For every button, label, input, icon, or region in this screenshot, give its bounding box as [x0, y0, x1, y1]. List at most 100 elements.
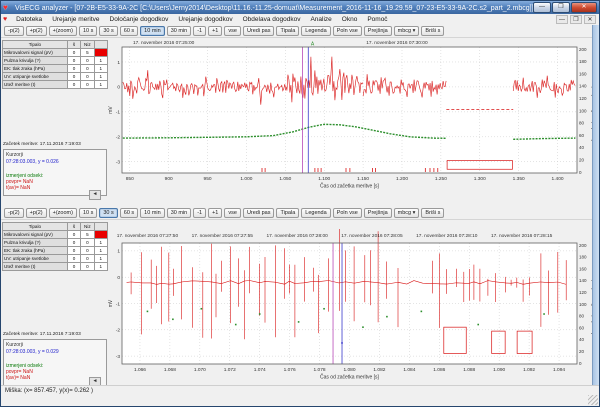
toolbar-button-60-s[interactable]: 60 s	[120, 26, 138, 36]
maximize-button[interactable]: ❐	[552, 2, 570, 13]
table-cell: 0	[67, 239, 80, 247]
toolbar-button--p-2-[interactable]: +p(2)	[26, 208, 47, 218]
toolbar-button-vse[interactable]: vse	[224, 208, 241, 218]
toolbar-button-60-s[interactable]: 60 s	[120, 208, 138, 218]
table-row[interactable]: EK: tlak zraka (hPa)001	[3, 247, 108, 255]
table-row[interactable]: Utež meritve (t)001	[3, 263, 108, 271]
toolbar-button-uredi-pas[interactable]: Uredi pas	[243, 208, 275, 218]
toolbar-button--p-2-[interactable]: -p(2)	[4, 26, 24, 36]
svg-text:1.200: 1.200	[396, 176, 408, 182]
menu-urejanje-meritve[interactable]: Urejanje meritve	[47, 16, 104, 23]
table-row[interactable]: Mikrovalovni signal (pV)05	[3, 231, 108, 239]
hr-dots	[421, 311, 423, 313]
toolbar-button-poln-vse[interactable]: Poln vse	[333, 26, 362, 36]
table-row[interactable]: Pulzna krivulja (?)001	[3, 57, 108, 65]
svg-text:160: 160	[579, 71, 587, 76]
svg-text:1.080: 1.080	[343, 367, 355, 373]
toolbar-button-tipala[interactable]: Tipala	[276, 26, 299, 36]
svg-text:1.076: 1.076	[284, 367, 296, 373]
toolbar-button-30-s[interactable]: 30 s	[99, 208, 117, 218]
svg-text:180: 180	[579, 255, 587, 260]
toolbar-button--zoom-[interactable]: +(zoom)	[49, 26, 77, 36]
close-button[interactable]: ✕	[571, 2, 597, 13]
window-right-edge	[592, 25, 599, 387]
table-cell: 1	[94, 255, 107, 263]
table-cell: Pulzna krivulja (?)	[3, 57, 68, 65]
minimize-button[interactable]: —	[533, 2, 551, 13]
table-row[interactable]: UV: utripanje svetlobe001	[3, 73, 108, 81]
toolbar-button-vse[interactable]: vse	[224, 26, 241, 36]
toolbar-button-mbcg-[interactable]: mbcg ▾	[394, 26, 420, 36]
toolbar-button-prej-nja[interactable]: Prejšnja	[364, 26, 392, 36]
table-row[interactable]: EK: tlak zraka (hPa)001	[3, 65, 108, 73]
toolbar-button-legenda[interactable]: Legenda	[301, 208, 330, 218]
svg-text:20: 20	[579, 158, 585, 163]
mdi-minimize-button[interactable]: —	[556, 15, 568, 24]
info-panel-top: Začetek meritve: 17.11.2016 7:19:03 Kurz…	[3, 142, 107, 196]
mdi-child-heart-icon: ♥	[3, 14, 7, 25]
svg-text:1.086: 1.086	[433, 367, 445, 373]
svg-text:40: 40	[579, 337, 585, 342]
menu-pomo-[interactable]: Pomoč	[362, 16, 392, 23]
upper-chart-canvas[interactable]: A8509009501.0001.0501.1001.1501.2001.250…	[107, 38, 595, 201]
toolbar-button--zoom-[interactable]: +(zoom)	[49, 208, 77, 218]
title-bar[interactable]: ♥VisECG analyzer - [07-2B-E5-33-9A-2C [C…	[1, 1, 599, 14]
table-header: Niz	[81, 223, 94, 231]
toolbar-button-bri-i-s[interactable]: Briši s	[421, 26, 444, 36]
toolbar-button-30-min[interactable]: 30 min	[167, 208, 192, 218]
toolbar-button-tipala[interactable]: Tipala	[276, 208, 299, 218]
table-row[interactable]: Utež meritve (t)001	[3, 81, 108, 89]
svg-text:-1: -1	[116, 110, 121, 116]
table-cell: 0	[81, 255, 94, 263]
toolbar-button-mbcg-[interactable]: mbcg ▾	[394, 208, 420, 218]
toolbar-button-prej-nja[interactable]: Prejšnja	[364, 208, 392, 218]
table-cell: 5	[81, 49, 94, 57]
svg-text:140: 140	[579, 84, 587, 89]
svg-text:0: 0	[579, 361, 582, 366]
sensor-table-top: TipalošNizMikrovalovni signal (pV)05Pulz…	[2, 40, 108, 89]
table-cell: Utež meritve (t)	[3, 263, 68, 271]
table-row[interactable]: Mikrovalovni signal (pV)05	[3, 49, 108, 57]
table-row[interactable]: UV: utripanje svetlobe001	[3, 255, 108, 263]
table-header: Tipalo	[3, 41, 68, 49]
menu-okno[interactable]: Okno	[337, 16, 363, 23]
toolbar-button-10-s[interactable]: 10 s	[79, 26, 97, 36]
resize-grip[interactable]	[588, 395, 598, 405]
toolbar-button-10-s[interactable]: 10 s	[79, 208, 97, 218]
menu-analize[interactable]: Analize	[305, 16, 336, 23]
toolbar-button-uredi-pas[interactable]: Uredi pas	[243, 26, 275, 36]
toolbar-button-bri-i-s[interactable]: Briši s	[421, 208, 444, 218]
lower-chart-canvas[interactable]: 1.0661.0681.0701.0721.0741.0761.0781.080…	[107, 229, 595, 386]
svg-text:100: 100	[579, 108, 587, 113]
menu-datoteka[interactable]: Datoteka	[11, 16, 47, 23]
toolbar-button--p-2-[interactable]: -p(2)	[4, 208, 24, 218]
svg-text:-1: -1	[116, 301, 121, 307]
toolbar-button-10-min[interactable]: 10 min	[140, 208, 165, 218]
mdi-close-button[interactable]: ✕	[584, 15, 596, 24]
scroll-left-arrow-top[interactable]: ◄	[89, 190, 101, 200]
toolbar-button--1[interactable]: +1	[208, 26, 222, 36]
chart-title: 17. november 2016 07:27:50	[117, 233, 179, 239]
menu-obdelava-dogodkov[interactable]: Obdelava dogodkov	[238, 16, 306, 23]
toolbar-button-30-min[interactable]: 30 min	[167, 26, 192, 36]
toolbar-button-legenda[interactable]: Legenda	[301, 26, 330, 36]
svg-text:1.072: 1.072	[224, 367, 236, 373]
cursors-title: Kurzorji	[6, 152, 104, 158]
toolbar-button-30-s[interactable]: 30 s	[99, 26, 117, 36]
right-axis-ticks: 200180160140120100806040200	[579, 243, 587, 366]
svg-text:1.090: 1.090	[493, 367, 505, 373]
svg-text:160: 160	[579, 266, 587, 271]
menu-urejanje-dogodkov[interactable]: Urejanje dogodkov	[173, 16, 237, 23]
table-header: š	[67, 223, 80, 231]
toolbar-button-10-min[interactable]: 10 min	[140, 26, 165, 36]
toolbar-button--1[interactable]: -1	[193, 26, 206, 36]
toolbar-button--1[interactable]: -1	[193, 208, 206, 218]
toolbar-button--1[interactable]: +1	[208, 208, 222, 218]
svg-text:1: 1	[117, 60, 120, 66]
menu-dolo-anje-dogodkov[interactable]: Določanje dogodkov	[105, 16, 174, 23]
mdi-restore-button[interactable]: ❐	[570, 15, 582, 24]
toolbar-button--p-2-[interactable]: +p(2)	[26, 26, 47, 36]
table-row[interactable]: Pulzna krivulja (?)001	[3, 239, 108, 247]
toolbar-button-poln-vse[interactable]: Poln vse	[333, 208, 362, 218]
chart-title: 17. november 2016 07:30:00	[366, 40, 428, 46]
